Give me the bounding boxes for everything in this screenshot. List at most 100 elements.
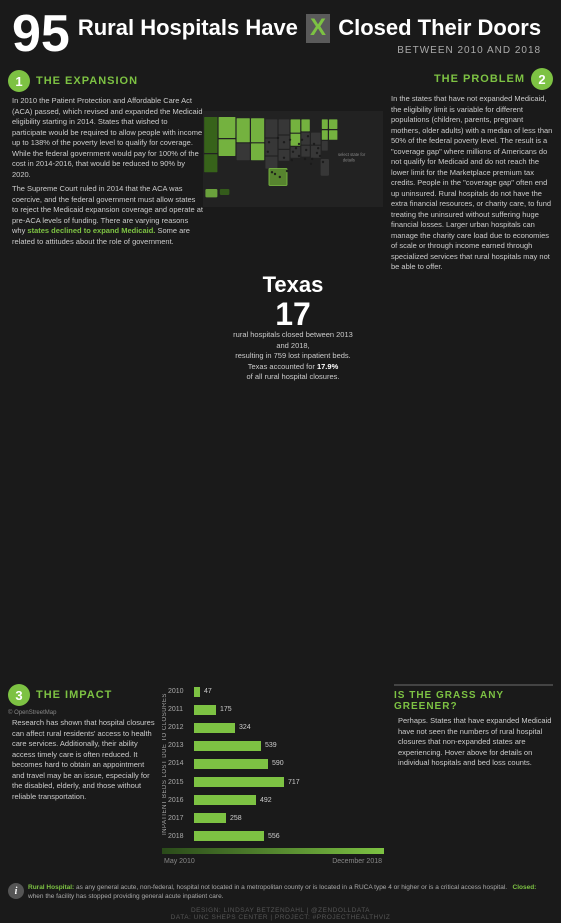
bar-year-label: 2017 — [168, 815, 190, 822]
us-map-container[interactable]: select state for details — [203, 64, 383, 264]
problem-header: THE PROBLEM 2 — [387, 68, 553, 90]
bar-year-label: 2013 — [168, 742, 190, 749]
bar-fill — [194, 759, 268, 769]
bar-row: 2015 717 — [168, 777, 384, 787]
expansion-para1: In 2010 the Patient Protection and Affor… — [12, 96, 203, 180]
x-icon: X — [306, 14, 330, 43]
problem-title: THE PROBLEM — [434, 73, 525, 85]
title-after: Closed Their Doors — [338, 15, 541, 40]
bar-value-label: 556 — [268, 833, 280, 840]
bar-year-label: 2010 — [168, 688, 190, 695]
bar-row: 2011 175 — [168, 705, 384, 715]
definitions-text: Rural Hospital: as any general acute, no… — [28, 883, 553, 901]
credits-design: DESIGN: LINDSAY BETZENDAHL | @ZENDOLLDAT… — [8, 907, 553, 914]
texas-desc2: resulting in 759 lost inpatient beds. — [235, 351, 351, 360]
impact-body: Research has shown that hospital closure… — [8, 718, 158, 802]
texas-desc3: Texas accounted for — [248, 362, 315, 371]
bar-fill — [194, 723, 235, 733]
bar-value-label: 717 — [288, 779, 300, 786]
credits-data: DATA: UNC SHEPS CENTER | PROJECT: #PROJE… — [8, 914, 553, 921]
bar-fill — [194, 831, 264, 841]
texas-number: 17 — [228, 298, 358, 330]
bar-row: 2010 47 — [168, 687, 384, 697]
main-content: 1 THE EXPANSION In 2010 the Patient Prot… — [0, 64, 561, 684]
bar-chart-section: INPATIENT BEDS LOST DUE TO CLOSURES 2010… — [158, 684, 388, 879]
bar-row: 2018 556 — [168, 831, 384, 841]
svg-text:details: details — [343, 157, 355, 162]
impact-title: THE IMPACT — [36, 689, 112, 701]
chart-wrapper: INPATIENT BEDS LOST DUE TO CLOSURES 2010… — [162, 684, 384, 844]
page-header: 95 Rural Hospitals Have X Closed Their D… — [0, 0, 561, 64]
rural-hospital-term: Rural Hospital: — [28, 884, 74, 891]
expansion-body: In 2010 the Patient Protection and Affor… — [8, 96, 203, 247]
texas-desc: rural hospitals closed between 2013 and … — [228, 330, 358, 383]
bar-year-label: 2016 — [168, 797, 190, 804]
expansion-para2: The Supreme Court ruled in 2014 that the… — [12, 184, 203, 247]
rural-hospital-def: as any general acute, non-federal, hospi… — [76, 884, 507, 891]
bar-row: 2017 258 — [168, 813, 384, 823]
chart-y-label: INPATIENT BEDS LOST DUE TO CLOSURES — [162, 684, 168, 844]
bar-year-label: 2014 — [168, 760, 190, 767]
bar-fill — [194, 687, 200, 697]
bar-row: 2012 324 — [168, 723, 384, 733]
credits-area: DESIGN: LINDSAY BETZENDAHL | @ZENDOLLDAT… — [0, 905, 561, 923]
bar-fill — [194, 813, 226, 823]
timeline-labels: May 2010 December 2018 — [162, 858, 384, 865]
timeline-end: December 2018 — [332, 858, 382, 865]
texas-desc4: of all rural hospital closures. — [247, 372, 340, 381]
header-text-block: Rural Hospitals Have X Closed Their Door… — [78, 8, 541, 56]
expand-highlight: states declined to expand Medicaid. — [27, 226, 155, 235]
texas-desc1: rural hospitals closed between 2013 and … — [233, 330, 353, 350]
main-title: Rural Hospitals Have X Closed Their Door… — [78, 14, 541, 43]
bar-year-label: 2015 — [168, 779, 190, 786]
expansion-title: THE EXPANSION — [36, 75, 138, 87]
impact-header: 3 THE IMPACT — [8, 684, 158, 706]
bar-year-label: 2018 — [168, 833, 190, 840]
map-area[interactable]: select state for details Texas 17 rural … — [203, 64, 383, 684]
divider-top — [394, 684, 553, 686]
bar-fill — [194, 705, 216, 715]
definitions-area: i Rural Hospital: as any general acute, … — [0, 879, 561, 905]
problem-body: In the states that have not expanded Med… — [387, 94, 553, 273]
bar-row: 2014 590 — [168, 759, 384, 769]
bar-value-label: 492 — [260, 797, 272, 804]
expansion-header: 1 THE EXPANSION — [8, 70, 203, 92]
bar-fill — [194, 795, 256, 805]
right-column: THE PROBLEM 2 In the states that have no… — [383, 64, 553, 684]
bar-value-label: 590 — [272, 760, 284, 767]
bar-value-label: 324 — [239, 724, 251, 731]
info-icon: i — [8, 883, 24, 899]
timeline-start: May 2010 — [164, 858, 195, 865]
impact-credit: © OpenStreetMap — [8, 710, 158, 716]
closed-def: when the facility has stopped providing … — [28, 893, 224, 900]
greener-section: IS THE GRASS ANY GREENER? Perhaps. State… — [388, 684, 553, 879]
greener-body: Perhaps. States that have expanded Medic… — [394, 716, 553, 769]
bar-fill — [194, 741, 261, 751]
problem-number: 2 — [531, 68, 553, 90]
bar-value-label: 175 — [220, 706, 232, 713]
us-map-svg[interactable]: select state for details — [203, 64, 383, 254]
bar-fill — [194, 777, 284, 787]
bar-value-label: 47 — [204, 688, 212, 695]
section-problem: THE PROBLEM 2 In the states that have no… — [387, 64, 553, 277]
bar-year-label: 2011 — [168, 706, 190, 713]
bar-row: 2016 492 — [168, 795, 384, 805]
bar-row: 2013 539 — [168, 741, 384, 751]
impact-number: 3 — [8, 684, 30, 706]
greener-title: IS THE GRASS ANY GREENER? — [394, 690, 553, 712]
bar-value-label: 258 — [230, 815, 242, 822]
texas-box: Texas 17 rural hospitals closed between … — [220, 268, 366, 387]
bar-year-label: 2012 — [168, 724, 190, 731]
bars-container: 2010 47 2011 175 2012 324 2013 539 2014 590 2015 71… — [168, 684, 384, 844]
section-expansion: 1 THE EXPANSION In 2010 the Patient Prot… — [8, 64, 203, 257]
title-before: Rural Hospitals Have — [78, 15, 298, 40]
section-impact: 3 THE IMPACT © OpenStreetMap Research ha… — [8, 684, 158, 879]
main-number: 95 — [12, 8, 70, 60]
header-subtitle: BETWEEN 2010 AND 2018 — [78, 45, 541, 56]
bar-value-label: 539 — [265, 742, 277, 749]
svg-text:select state for: select state for — [338, 152, 366, 157]
closed-term: Closed: — [513, 884, 537, 891]
texas-pct: 17.9% — [317, 362, 338, 371]
left-column: 1 THE EXPANSION In 2010 the Patient Prot… — [8, 64, 203, 684]
expansion-number: 1 — [8, 70, 30, 92]
